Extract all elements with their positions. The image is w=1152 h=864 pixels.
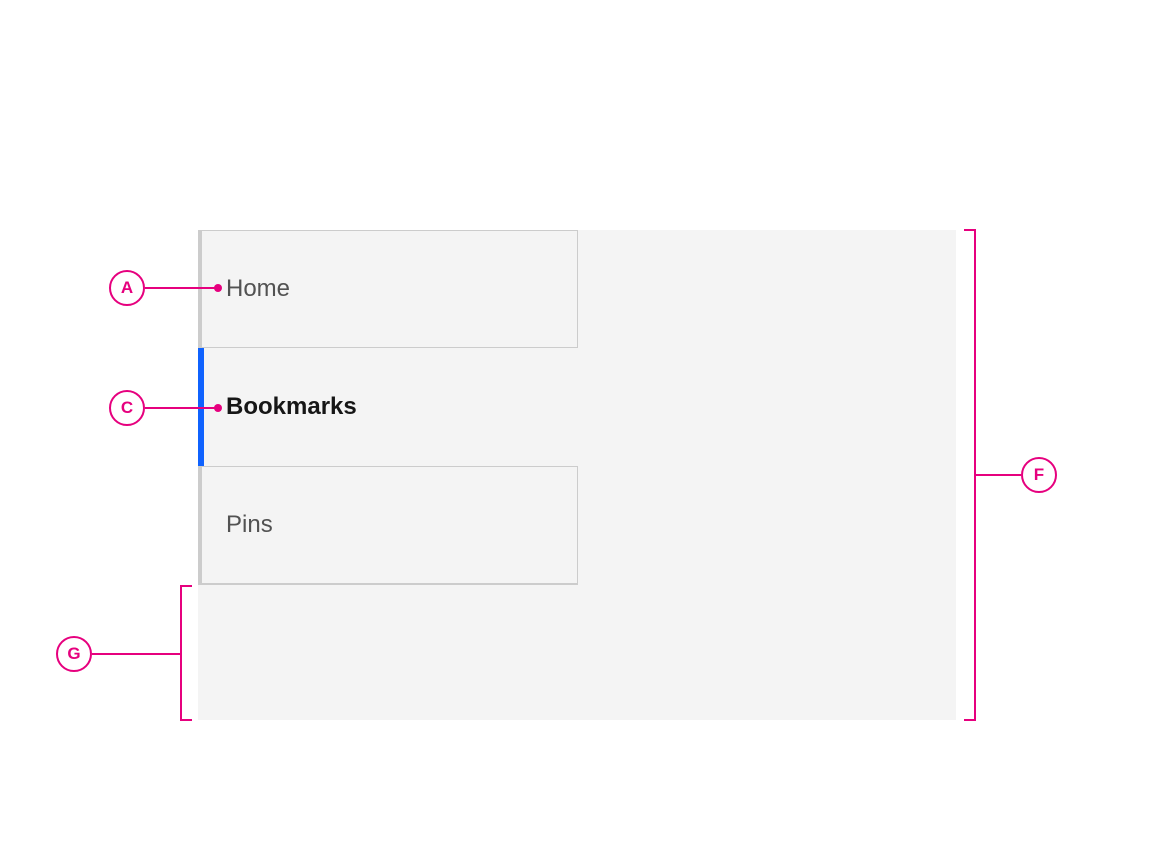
callout-label: F [1034, 465, 1044, 485]
callout-label: C [121, 398, 133, 418]
callout-g-bracket [180, 585, 182, 721]
nav-item-label: Bookmarks [226, 393, 357, 421]
callout-label: G [67, 644, 80, 664]
nav-item-bookmarks[interactable]: Bookmarks [198, 348, 578, 466]
nav-item-label: Home [226, 275, 290, 303]
callout-f-bracket [974, 229, 976, 721]
nav-item-label: Pins [226, 511, 273, 539]
callout-a-dot [214, 284, 222, 292]
nav-item-pins[interactable]: Pins [198, 466, 578, 584]
callout-a-line [145, 287, 215, 289]
nav-column: Home Bookmarks Pins [198, 230, 578, 585]
callout-c: C [109, 390, 145, 426]
callout-c-dot [214, 404, 222, 412]
callout-g: G [56, 636, 92, 672]
nav-item-home[interactable]: Home [198, 230, 578, 348]
callout-a: A [109, 270, 145, 306]
callout-label: A [121, 278, 133, 298]
callout-c-line [145, 407, 215, 409]
callout-f-tick-bottom [964, 719, 976, 721]
callout-f: F [1021, 457, 1057, 493]
callout-f-tick-top [964, 229, 976, 231]
callout-g-line [92, 653, 180, 655]
callout-f-line [975, 474, 1021, 476]
callout-g-tick-top [180, 585, 192, 587]
nav-separator [198, 584, 578, 585]
example-canvas: Home Bookmarks Pins [198, 230, 956, 720]
callout-g-tick-bottom [180, 719, 192, 721]
